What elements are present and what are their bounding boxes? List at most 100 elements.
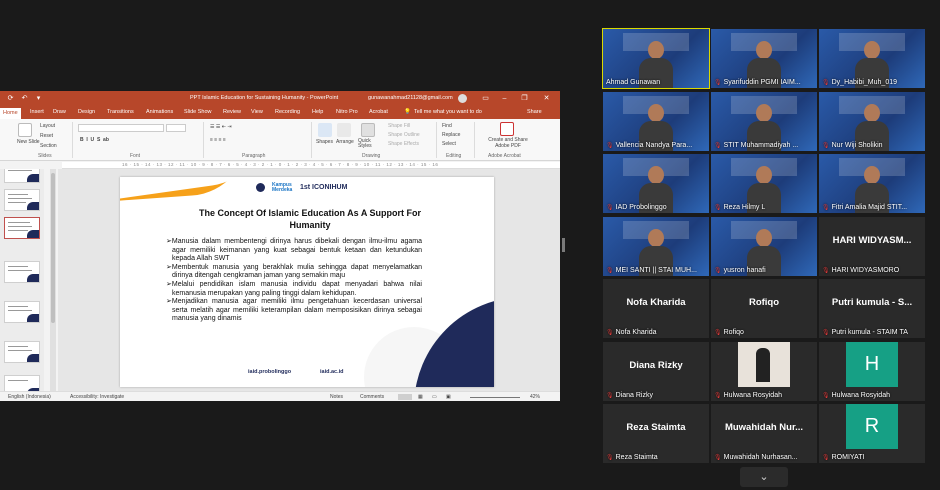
tab-nitro-pro[interactable]: Nitro Pro	[336, 109, 358, 115]
zoom-slider[interactable]	[470, 397, 520, 398]
mic-muted-icon: 🎙	[606, 393, 614, 399]
font-size-select[interactable]	[166, 124, 186, 132]
participant-tile[interactable]: Putri kumula - S... 🎙 Putri kumula - STAIM…	[819, 279, 925, 338]
participant-name-label: 🎙 ROMIYATI	[822, 454, 864, 461]
new-slide-button[interactable]: New Slide	[17, 139, 40, 145]
slideshow-view-icon[interactable]: ▣	[446, 394, 451, 400]
arrange-button[interactable]: Arrange	[336, 139, 354, 145]
participant-tile[interactable]: 🎙 Fitri Amalia Majid STIT...	[819, 154, 925, 213]
replace-button[interactable]: Replace	[442, 132, 460, 138]
normal-view-icon[interactable]	[398, 394, 412, 400]
minimize-icon[interactable]: –	[500, 94, 509, 103]
autosave-icon[interactable]: ⟳	[6, 94, 15, 103]
participant-tile[interactable]: Diana Rizky 🎙 Diana Rizky	[603, 342, 709, 401]
shapes-button[interactable]: Shapes	[316, 139, 333, 145]
participant-tile[interactable]: 🎙 MEI SANTI || STAI MUH...	[603, 217, 709, 276]
scrollbar-thumb[interactable]	[51, 173, 55, 323]
ruler-marks: 16 · 15 · 14 · 13 · 12 · 11 · 10 · 9 · 8…	[122, 162, 439, 167]
chevron-down-icon[interactable]: ⌄	[740, 467, 788, 487]
tab-home[interactable]: Home	[0, 108, 21, 119]
zoom-level[interactable]: 42%	[530, 394, 540, 400]
reset-button[interactable]: Reset	[40, 133, 53, 139]
tell-me-search[interactable]: Tell me what you want to do	[414, 109, 482, 115]
participant-tile[interactable]: 🎙 Syarifuddin PGMI IAIM...	[711, 29, 817, 88]
participant-tile[interactable]: 🎙 Vallencia Nandya Para...	[603, 92, 709, 151]
adobe-pdf-icon[interactable]	[500, 122, 514, 136]
align-icon[interactable]: ≡ ≡ ≡ ≡	[210, 137, 226, 143]
ribbon-tabs: Home Insert Draw Design Transitions Anim…	[0, 107, 560, 119]
close-icon[interactable]: ✕	[542, 94, 551, 103]
find-button[interactable]: Find	[442, 123, 452, 129]
tab-help[interactable]: Help	[312, 109, 323, 115]
participant-tile[interactable]: 🎙 Nur Wiji Sholikin	[819, 92, 925, 151]
participant-tile[interactable]: 🎙 IAD Probolinggo	[603, 154, 709, 213]
slide-canvas[interactable]: Kampus Merdeka 1st ICONIHUM The Concept …	[120, 177, 494, 387]
accessibility-status[interactable]: Accessibility: Investigate	[70, 394, 124, 400]
slide-thumbnail[interactable]	[4, 341, 40, 363]
participant-tile[interactable]: 🎙 Dy_Habibi_Muh_019	[819, 29, 925, 88]
slide-thumbnail[interactable]	[4, 301, 40, 323]
shape-fill-button[interactable]: Shape Fill	[388, 123, 410, 129]
tab-animations[interactable]: Animations	[146, 109, 173, 115]
language-status[interactable]: English (Indonesia)	[8, 394, 51, 400]
quick-styles-button[interactable]: Quick Styles	[358, 139, 378, 149]
participant-tile[interactable]: 🎙 STIT Muhammadiyah ...	[711, 92, 817, 151]
tab-recording[interactable]: Recording	[275, 109, 300, 115]
shape-outline-button[interactable]: Shape Outline	[388, 132, 420, 138]
avatar[interactable]	[458, 94, 467, 103]
tab-draw[interactable]: Draw	[53, 109, 66, 115]
participant-tile[interactable]: HARI WIDYASM... 🎙 HARI WIDYASMORO	[819, 217, 925, 276]
slide-thumbnail[interactable]	[4, 169, 40, 183]
tab-insert[interactable]: Insert	[30, 109, 44, 115]
thumbnail-scrollbar[interactable]	[50, 169, 56, 391]
tab-design[interactable]: Design	[78, 109, 95, 115]
slide-thumbnail-selected[interactable]	[4, 217, 40, 239]
participant-tile[interactable]: Nofa Kharida 🎙 Nofa Kharida	[603, 279, 709, 338]
participant-display-name: Diana Rizky	[629, 360, 683, 371]
section-button[interactable]: Section	[40, 143, 57, 149]
comments-button[interactable]: Comments	[360, 394, 384, 400]
quick-styles-icon[interactable]	[361, 123, 375, 137]
tab-view[interactable]: View	[251, 109, 263, 115]
create-adobe-pdf-button[interactable]: Create and Share Adobe PDF	[482, 137, 534, 149]
participant-tile[interactable]: 🎙 Hulwana Rosyidah	[711, 342, 817, 401]
split-handle[interactable]	[562, 238, 565, 252]
font-name-select[interactable]	[78, 124, 164, 132]
participant-name: STIT Muhammadiyah ...	[723, 142, 799, 149]
notes-button[interactable]: Notes	[330, 394, 343, 400]
shapes-icon[interactable]	[318, 123, 332, 137]
mic-muted-icon: 🎙	[714, 455, 722, 461]
select-button[interactable]: Select	[442, 141, 456, 147]
slide-thumbnail[interactable]	[4, 375, 40, 391]
reading-view-icon[interactable]: ▭	[432, 394, 437, 400]
restore-icon[interactable]: ❐	[520, 94, 529, 103]
tab-acrobat[interactable]: Acrobat	[369, 109, 388, 115]
arrange-icon[interactable]	[337, 123, 351, 137]
participant-tile[interactable]: 🎙 Reza Hilmy L	[711, 154, 817, 213]
participant-tile[interactable]: Ahmad Gunawan	[602, 28, 710, 89]
new-slide-icon[interactable]	[18, 123, 32, 137]
participant-tile[interactable]: Reza Staimta 🎙 Reza Staimta	[603, 404, 709, 463]
participant-tile[interactable]: H 🎙 Hulwana Rosyidah	[819, 342, 925, 401]
ribbon-display-icon[interactable]: ▭	[481, 94, 490, 103]
participant-name-label: 🎙 HARI WIDYASMORO	[822, 267, 899, 274]
tab-review[interactable]: Review	[223, 109, 241, 115]
shape-effects-button[interactable]: Shape Effects	[388, 141, 419, 147]
participant-tile[interactable]: 🎙 yusron hanafi	[711, 217, 817, 276]
customize-icon[interactable]: ▾	[34, 94, 43, 103]
sorter-view-icon[interactable]: ▦	[418, 394, 423, 400]
slide-thumbnail[interactable]	[4, 261, 40, 283]
participant-tile[interactable]: Muwahidah Nur... 🎙 Muwahidah Nurhasan...	[711, 404, 817, 463]
layout-button[interactable]: Layout	[40, 123, 55, 129]
tab-transitions[interactable]: Transitions	[107, 109, 134, 115]
undo-icon[interactable]: ↶	[20, 94, 29, 103]
slide-thumbnail[interactable]	[4, 189, 40, 211]
share-button[interactable]: Share	[527, 109, 542, 115]
participant-tile[interactable]: R 🎙 ROMIYATI	[819, 404, 925, 463]
slide-thumbnails-pane	[0, 169, 44, 391]
bold-button[interactable]: B I U S ab	[80, 137, 109, 143]
participant-tile[interactable]: Rofiqo 🎙 Rofiqo	[711, 279, 817, 338]
tab-slide-show[interactable]: Slide Show	[184, 109, 212, 115]
bullets-icon[interactable]: ☰ ☰ ⇤ ⇥	[210, 124, 232, 130]
participant-name: Rofiqo	[723, 329, 744, 336]
